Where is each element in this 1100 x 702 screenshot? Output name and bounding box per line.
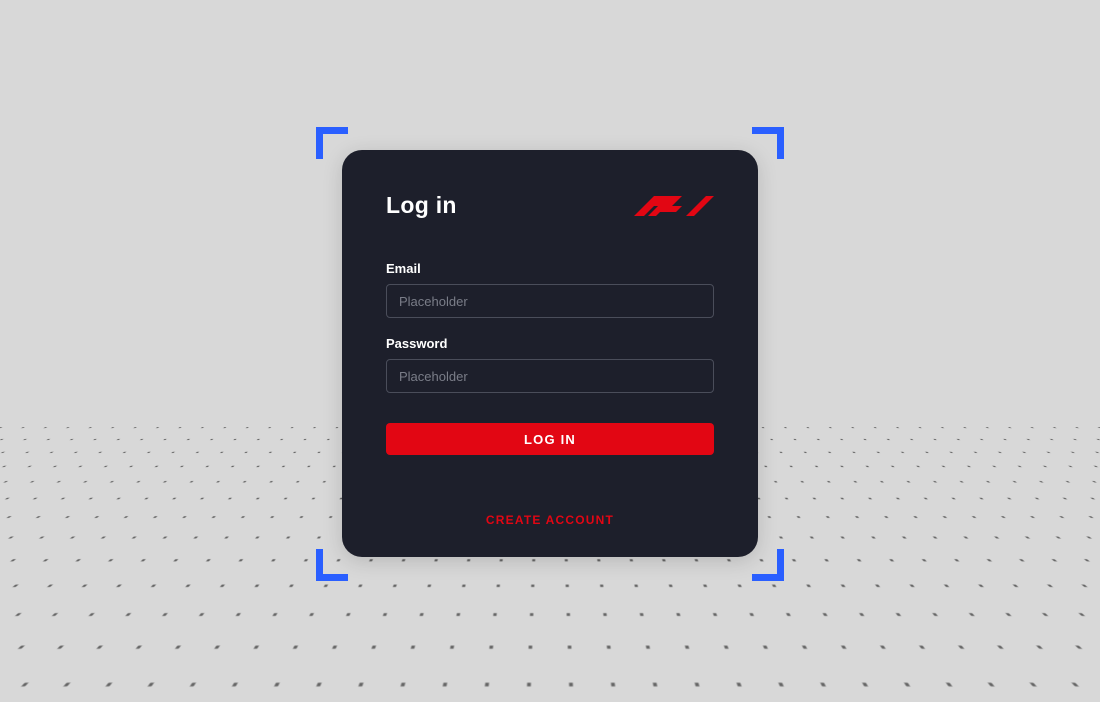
create-account-link[interactable]: CREATE ACCOUNT	[386, 513, 714, 527]
f1-logo-icon	[634, 196, 714, 216]
password-label: Password	[386, 336, 714, 351]
password-form-group: Password	[386, 336, 714, 393]
frame-corner-bottom-right	[752, 549, 784, 581]
password-input[interactable]	[386, 359, 714, 393]
email-form-group: Email	[386, 261, 714, 318]
email-label: Email	[386, 261, 714, 276]
frame-corner-bottom-left	[316, 549, 348, 581]
frame-corner-top-right	[752, 127, 784, 159]
card-header: Log in	[386, 192, 714, 219]
card-title: Log in	[386, 192, 457, 219]
login-card: Log in Email Password LOG IN CREATE ACCO…	[342, 150, 758, 557]
login-button[interactable]: LOG IN	[386, 423, 714, 455]
frame-corner-top-left	[316, 127, 348, 159]
email-input[interactable]	[386, 284, 714, 318]
